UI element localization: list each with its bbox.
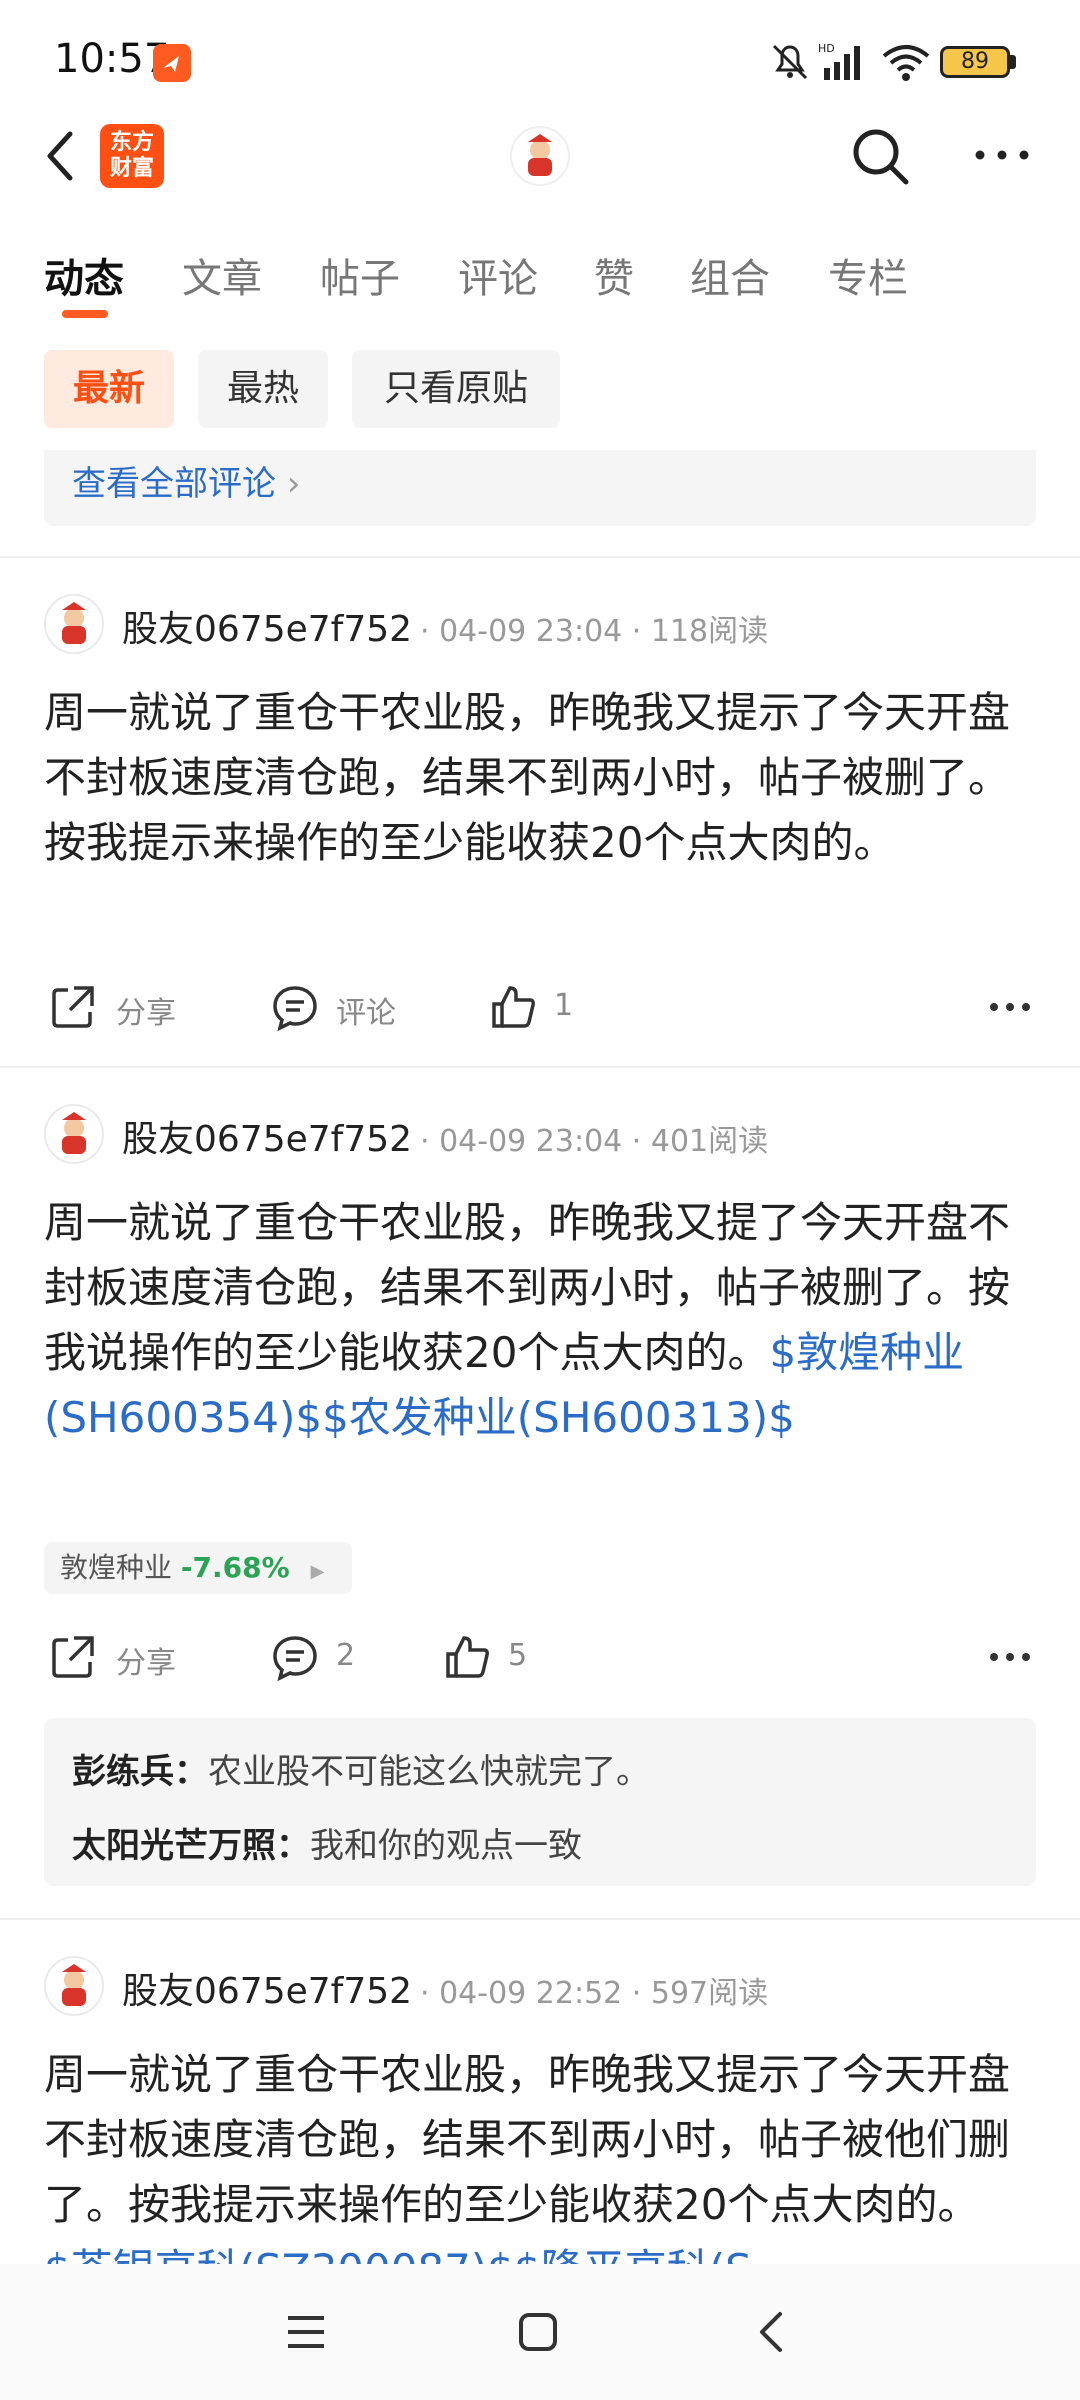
post-2-share-label[interactable]: 分享	[116, 1638, 176, 1682]
filter-latest[interactable]: 最新	[44, 350, 174, 428]
brand-line-2: 财富	[109, 156, 154, 181]
tab-articles[interactable]: 文章	[182, 246, 262, 304]
post-more-icon[interactable]	[988, 1650, 1032, 1664]
brand-line-1: 东方	[109, 130, 154, 155]
post-3-text: 周一就说了重仓干农业股，昨晚我又提示了今天开盘不封板速度清仓跑，结果不到两小时，…	[44, 2050, 1011, 2229]
post-1-meta: · 04-09 23:04 · 118阅读	[420, 614, 769, 649]
post-3-avatar[interactable]	[44, 1956, 104, 2016]
comment-icon[interactable]	[270, 982, 320, 1032]
tab-posts[interactable]: 帖子	[320, 246, 400, 304]
post-3-meta: · 04-09 22:52 · 597阅读	[420, 1976, 769, 2011]
like-thumb-icon[interactable]	[488, 982, 538, 1032]
chevron-right-icon: ›	[286, 464, 301, 504]
share-icon[interactable]	[48, 982, 98, 1032]
search-icon[interactable]	[848, 124, 912, 188]
tab-dynamics[interactable]: 动态	[44, 246, 124, 304]
tab-columns[interactable]: 专栏	[828, 246, 908, 304]
post-3-time: 04-09 22:52	[439, 1976, 623, 2011]
like-thumb-icon[interactable]	[442, 1632, 492, 1682]
post-1-comment-label[interactable]: 评论	[336, 988, 396, 1032]
post-2-avatar[interactable]	[44, 1104, 104, 1164]
post-1-author[interactable]: 股友0675e7f752	[122, 600, 412, 652]
divider	[0, 1066, 1080, 1068]
brand-logo[interactable]: 东方 财富	[100, 124, 164, 188]
post-1-reads: 118阅读	[650, 614, 769, 649]
battery-tip	[1010, 55, 1016, 69]
tab-portfolios[interactable]: 组合	[690, 246, 770, 304]
stock-quote-chip[interactable]: 敦煌种业 -7.68% ▶	[44, 1542, 352, 1594]
share-icon[interactable]	[48, 1632, 98, 1682]
play-arrow-icon: ▶	[310, 1561, 325, 1582]
post-2-like-count[interactable]: 5	[508, 1638, 527, 1673]
post-1-like-count[interactable]: 1	[554, 988, 573, 1023]
filter-original-only[interactable]: 只看原贴	[352, 350, 560, 428]
stock-change: -7.68%	[180, 1551, 290, 1584]
post-1-share-label[interactable]: 分享	[116, 988, 176, 1032]
status-time: 10:57	[54, 36, 170, 82]
active-tab-indicator	[62, 310, 108, 318]
post-3-reads: 597阅读	[650, 1976, 769, 2011]
post-2-reads: 401阅读	[650, 1124, 769, 1159]
signal-icon: HD	[818, 42, 860, 80]
more-options-icon[interactable]	[972, 140, 1032, 170]
divider	[0, 1918, 1080, 1920]
menu-icon[interactable]	[286, 2314, 326, 2350]
post-1-avatar[interactable]	[44, 594, 104, 654]
filter-hottest[interactable]: 最热	[198, 350, 328, 428]
battery-indicator: 89	[940, 46, 1010, 78]
reply-1-text: 农业股不可能这么快就完了。	[208, 1752, 650, 1792]
post-2-meta: · 04-09 23:04 · 401阅读	[420, 1124, 769, 1159]
notification-app-icon	[153, 44, 191, 82]
view-all-comments-link[interactable]: 查看全部评论 ›	[72, 456, 300, 505]
wifi-icon	[882, 45, 930, 81]
svg-text:HD: HD	[818, 42, 835, 55]
divider	[0, 556, 1080, 558]
comment-icon[interactable]	[270, 1632, 320, 1682]
post-2-time: 04-09 23:04	[439, 1124, 623, 1159]
back-arrow-icon[interactable]	[40, 126, 80, 186]
post-more-icon[interactable]	[988, 1000, 1032, 1014]
reply-1[interactable]: 彭练兵：农业股不可能这么快就完了。	[72, 1744, 650, 1793]
mute-bell-icon	[772, 44, 808, 80]
profile-avatar[interactable]	[510, 126, 570, 186]
post-1-time: 04-09 23:04	[439, 614, 623, 649]
post-2-comment-count[interactable]: 2	[336, 1638, 355, 1673]
reply-2-text: 我和你的观点一致	[310, 1826, 582, 1866]
post-1-content[interactable]: 周一就说了重仓干农业股，昨晚我又提示了今天开盘不封板速度清仓跑，结果不到两小时，…	[44, 680, 1044, 875]
view-all-comments-label: 查看全部评论	[72, 464, 276, 504]
post-2-content[interactable]: 周一就说了重仓干农业股，昨晚我又提了今天开盘不封板速度清仓跑，结果不到两小时，帖…	[44, 1190, 1044, 1450]
post-3-author[interactable]: 股友0675e7f752	[122, 1962, 412, 2014]
reply-1-user: 彭练兵：	[72, 1752, 208, 1792]
home-icon[interactable]	[518, 2312, 558, 2352]
post-2-author[interactable]: 股友0675e7f752	[122, 1110, 412, 1162]
post-3-stock-links[interactable]: $荃银高科(SZ300087)$$隆平高科(S	[44, 2245, 752, 2264]
reply-2-user: 太阳光芒万照：	[72, 1826, 310, 1866]
tab-likes[interactable]: 赞	[594, 246, 634, 304]
stock-name: 敦煌种业	[60, 1551, 173, 1584]
post-3-content[interactable]: 周一就说了重仓干农业股，昨晚我又提示了今天开盘不封板速度清仓跑，结果不到两小时，…	[44, 2042, 1044, 2264]
tab-comments[interactable]: 评论	[458, 246, 538, 304]
reply-2[interactable]: 太阳光芒万照：我和你的观点一致	[72, 1818, 582, 1867]
back-nav-icon[interactable]	[756, 2310, 786, 2354]
